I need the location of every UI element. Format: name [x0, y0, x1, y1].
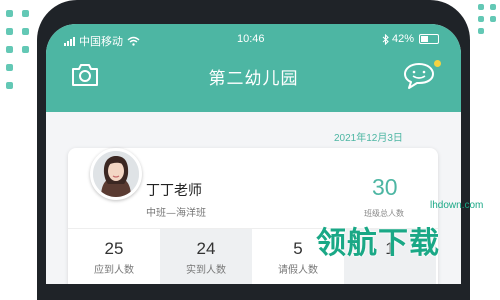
carrier-label: 中国移动 — [79, 36, 123, 48]
stat-value: 25 — [104, 239, 124, 258]
decor-square — [22, 46, 29, 53]
decor-square — [6, 10, 13, 17]
class-name: 中班—海洋班 — [146, 208, 206, 219]
signal-icon — [64, 36, 75, 46]
watermark-url: lhdown.com — [430, 200, 484, 211]
decor-square — [478, 28, 484, 34]
status-time: 10:46 — [237, 33, 265, 45]
decor-square — [22, 10, 29, 17]
stat-value: 24 — [196, 239, 216, 258]
decor-square — [490, 16, 496, 22]
teacher-name: 丁丁老师 — [146, 183, 202, 199]
avatar[interactable] — [90, 148, 142, 200]
decor-square — [6, 82, 13, 89]
decor-square — [22, 28, 29, 35]
decor-square — [6, 46, 13, 53]
decor-square — [490, 4, 496, 10]
watermark-logo: 领航下载 — [316, 226, 440, 261]
app-header: 中国移动 10:46 42% 第二幼儿园 — [46, 24, 461, 112]
stat-label: 实到人数 — [186, 265, 226, 276]
decor-square — [478, 16, 484, 22]
battery-percent: 42% — [392, 33, 415, 45]
decor-square — [478, 4, 484, 10]
notification-dot — [434, 60, 441, 67]
class-total-value: 30 — [372, 174, 398, 200]
status-bar-left: 中国移动 — [64, 33, 140, 49]
stat-label: 请假人数 — [278, 265, 318, 276]
battery-icon — [419, 34, 440, 44]
stat-present[interactable]: 24 实到人数 — [160, 229, 252, 284]
chat-icon[interactable] — [402, 61, 436, 91]
wifi-icon — [127, 36, 140, 46]
status-bar-right: 42% — [382, 33, 440, 45]
page-title: 第二幼儿园 — [208, 69, 299, 89]
decor-square — [6, 28, 13, 35]
bluetooth-icon — [382, 33, 389, 45]
decor-square — [6, 64, 13, 71]
stat-label: 应到人数 — [94, 265, 134, 276]
current-date: 2021年12月3日 — [334, 133, 403, 144]
stat-expected[interactable]: 25 应到人数 — [68, 229, 160, 284]
teacher-portrait — [93, 151, 139, 197]
